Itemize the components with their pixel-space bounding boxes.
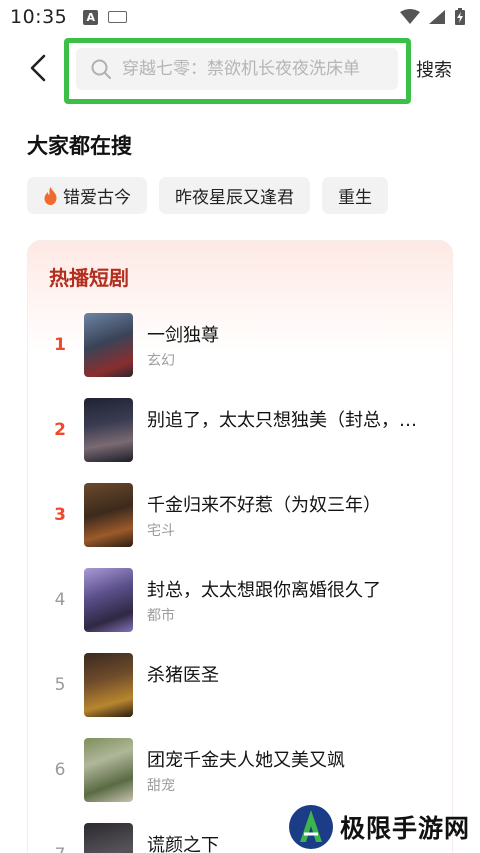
chip-trending-1[interactable]: 错爱古今 <box>27 177 147 214</box>
rank-number: 4 <box>54 590 66 610</box>
drama-list-item[interactable]: 5 杀猪医圣 <box>28 653 454 719</box>
drama-genre: 都市 <box>147 608 175 624</box>
drama-title: 千金归来不好惹（为奴三年） <box>147 495 381 516</box>
rank-number: 7 <box>50 845 70 853</box>
drama-title: 谎颜之下 <box>147 835 219 853</box>
hot-dramas-title: 热播短剧 <box>49 266 129 290</box>
signal-icon <box>429 10 445 24</box>
drama-genre: 宅斗 <box>147 523 175 539</box>
drama-cover-image <box>84 483 133 547</box>
status-time: 10:35 <box>10 6 68 28</box>
chip-label: 昨夜星辰又逢君 <box>175 188 294 208</box>
watermark-text: 极限手游网 <box>340 813 471 843</box>
rank-number: 6 <box>54 760 66 780</box>
rank-number: 5 <box>54 675 66 695</box>
drama-cover-image <box>84 738 133 802</box>
drama-genre: 玄幻 <box>147 353 175 369</box>
trending-chips: 错爱古今 昨夜星辰又逢君 重生 <box>27 177 388 214</box>
drama-title: 封总，太太想跟你离婚很久了 <box>147 580 381 601</box>
rank-number: 3 <box>54 505 66 525</box>
watermark-logo-icon <box>289 804 333 849</box>
drama-list-item[interactable]: 1 一剑独尊 玄幻 <box>28 313 454 379</box>
fire-icon <box>44 186 57 205</box>
keyboard-icon <box>108 11 128 23</box>
drama-list-item[interactable]: 4 封总，太太想跟你离婚很久了 都市 <box>28 568 454 634</box>
drama-cover-image <box>84 823 133 853</box>
drama-cover-image <box>84 653 133 717</box>
drama-cover-image <box>84 568 133 632</box>
status-bar: 10:35 A <box>0 0 480 34</box>
drama-list-item[interactable]: 6 团宠千金夫人她又美又飒 甜宠 <box>28 738 454 804</box>
notification-a-icon: A <box>83 9 99 25</box>
search-icon <box>91 59 111 79</box>
drama-title: 杀猪医圣 <box>147 665 219 686</box>
drama-title: 别追了，太太只想独美（封总，… <box>147 410 417 431</box>
rank-number: 2 <box>54 420 66 440</box>
back-arrow-icon <box>30 54 46 82</box>
search-button[interactable]: 搜索 <box>416 56 452 82</box>
search-row: 搜索 <box>0 36 480 104</box>
hot-dramas-card: 热播短剧 1 一剑独尊 玄幻 2 别追了，太太只想独美（封总，… 3 千金归来不… <box>27 240 453 853</box>
chip-label: 重生 <box>338 188 372 208</box>
wifi-icon <box>400 9 420 24</box>
search-input[interactable] <box>122 59 382 79</box>
drama-genre: 甜宠 <box>147 778 175 794</box>
chip-trending-3[interactable]: 重生 <box>322 177 388 214</box>
chip-trending-2[interactable]: 昨夜星辰又逢君 <box>159 177 310 214</box>
drama-cover-image <box>84 313 133 377</box>
search-box[interactable] <box>76 48 398 90</box>
drama-list-item[interactable]: 3 千金归来不好惹（为奴三年） 宅斗 <box>28 483 454 549</box>
trending-title: 大家都在搜 <box>27 134 132 158</box>
chip-label: 错爱古今 <box>63 188 131 208</box>
watermark: 极限手游网 <box>288 800 478 853</box>
rank-number: 1 <box>54 335 66 355</box>
drama-cover-image <box>84 398 133 462</box>
battery-icon <box>455 8 465 25</box>
back-button[interactable] <box>22 50 54 86</box>
drama-title: 一剑独尊 <box>147 325 219 346</box>
drama-title: 团宠千金夫人她又美又飒 <box>147 750 345 771</box>
drama-list-item[interactable]: 2 别追了，太太只想独美（封总，… <box>28 398 454 464</box>
